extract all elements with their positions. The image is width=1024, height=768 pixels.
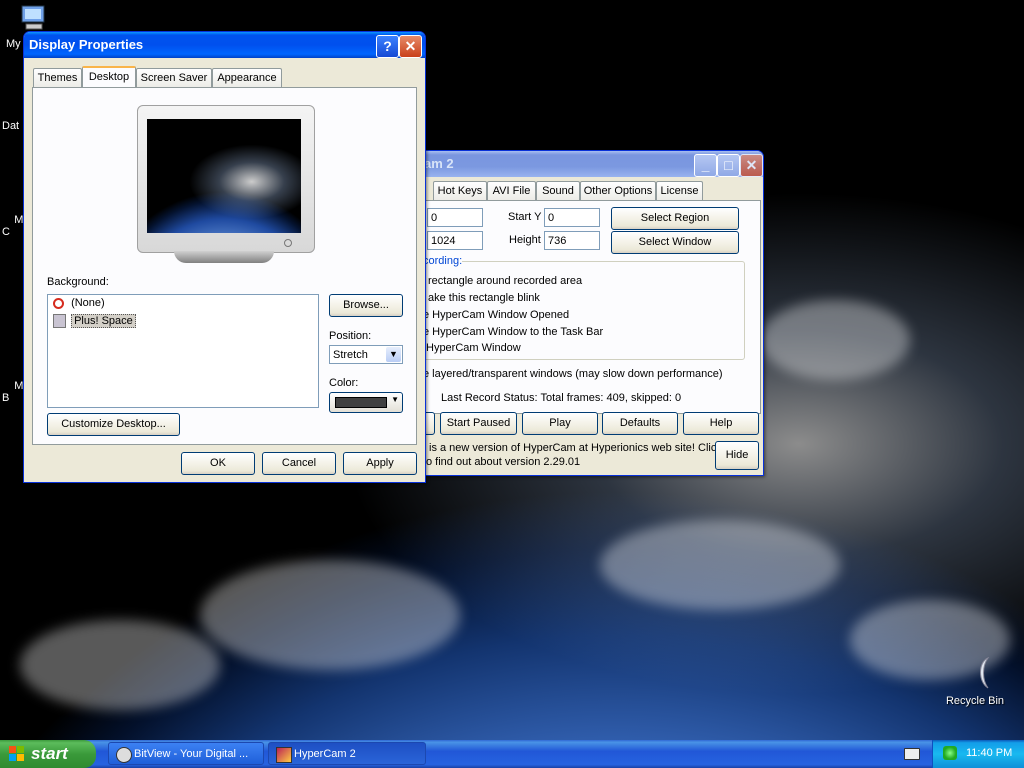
tab-screen-saver[interactable]: Screen Saver — [136, 68, 212, 88]
select-region-button[interactable]: Select Region — [611, 207, 739, 230]
system-tray: 11:40 PM — [932, 740, 1024, 768]
start-button[interactable]: start — [0, 740, 96, 768]
none-icon — [53, 297, 64, 309]
desktop-icon-dat[interactable]: Dat — [2, 120, 19, 132]
list-item-label: (None) — [71, 297, 105, 309]
chevron-down-icon: ▼ — [391, 395, 399, 404]
monitor-preview — [137, 105, 315, 253]
tab-other-options[interactable]: Other Options — [580, 181, 656, 201]
ok-button[interactable]: OK — [181, 452, 255, 475]
recording-group-label: cording: — [423, 255, 463, 267]
help-button[interactable]: Help — [683, 412, 759, 435]
cancel-button[interactable]: Cancel — [262, 452, 336, 475]
taskbar-item-label: HyperCam 2 — [294, 748, 356, 760]
start-y-label: Start Y — [508, 211, 542, 223]
wallpaper-cloud — [600, 520, 840, 610]
chevron-down-icon: ▼ — [386, 347, 401, 362]
background-list[interactable]: (None) Plus! Space — [47, 294, 319, 408]
background-label: Background: — [47, 276, 109, 288]
desktop-icon-label: Dat — [2, 120, 20, 132]
position-label: Position: — [329, 330, 372, 342]
taskbar-item-bitview[interactable]: BitView - Your Digital ... — [108, 742, 264, 765]
window-title: Display Properties — [29, 37, 144, 52]
option-rectangle[interactable]: rectangle around recorded area — [428, 275, 582, 287]
image-file-icon — [53, 314, 66, 328]
taskbar-item-label: BitView - Your Digital ... — [134, 748, 249, 760]
hypercam-tab-strip: Hot Keys AVI File Sound Other Options Li… — [433, 181, 763, 201]
windows-logo-icon — [9, 746, 25, 762]
display-properties-titlebar[interactable]: Display Properties ? ✕ — [24, 32, 425, 58]
color-swatch — [335, 397, 387, 408]
hypercam-titlebar[interactable]: am 2 _ □ ✕ — [381, 151, 763, 177]
option-task-bar[interactable]: e HyperCam Window to the Task Bar — [423, 326, 603, 338]
window-title: am 2 — [424, 156, 454, 171]
desktop-icon-recycle-bin[interactable]: Recycle Bin — [940, 656, 1010, 707]
desktop-icon-label: My — [6, 38, 21, 50]
start-label: start — [31, 744, 68, 763]
apply-button[interactable]: Apply — [343, 452, 417, 475]
play-button[interactable]: Play — [522, 412, 598, 435]
tab-license[interactable]: License — [656, 181, 703, 201]
tab-sound[interactable]: Sound — [536, 181, 580, 201]
maximize-button[interactable]: □ — [717, 154, 740, 177]
list-item-label-selected: Plus! Space — [71, 313, 136, 328]
option-window-opened[interactable]: e HyperCam Window Opened — [423, 309, 569, 321]
tab-themes[interactable]: Themes — [33, 68, 82, 88]
update-notice-line2[interactable]: o find out about version 2.29.01 — [426, 456, 580, 468]
my-computer-icon — [21, 5, 45, 30]
hide-button[interactable]: Hide — [715, 441, 759, 470]
display-tab-strip: Themes Desktop Screen Saver Appearance — [33, 66, 413, 90]
start-paused-button[interactable]: Start Paused — [440, 412, 517, 435]
customize-desktop-button[interactable]: Customize Desktop... — [47, 413, 180, 436]
color-label: Color: — [329, 377, 359, 389]
desktop-icon-label: Recycle Bin — [945, 695, 1005, 707]
minimize-button[interactable]: _ — [694, 154, 717, 177]
height-label: Height — [509, 234, 541, 246]
option-layered-windows[interactable]: e layered/transparent windows (may slow … — [423, 368, 723, 380]
start-y-field[interactable]: 0 — [544, 208, 600, 227]
option-hypercam-window[interactable]: HyperCam Window — [426, 342, 521, 354]
close-button[interactable]: ✕ — [740, 154, 763, 177]
taskbar: start BitView - Your Digital ... HyperCa… — [0, 740, 1024, 768]
height-field[interactable]: 736 — [544, 231, 600, 250]
list-item[interactable]: (None) — [53, 297, 105, 313]
defaults-button[interactable]: Defaults — [602, 412, 678, 435]
wallpaper-cloud — [760, 300, 910, 380]
network-icon[interactable] — [943, 746, 957, 760]
keyboard-icon[interactable] — [904, 748, 920, 760]
help-question-button[interactable]: ? — [376, 35, 399, 58]
monitor-stand — [174, 251, 274, 263]
tab-hot-keys[interactable]: Hot Keys — [433, 181, 487, 201]
monitor-power-light — [284, 239, 292, 247]
tab-appearance[interactable]: Appearance — [212, 68, 282, 88]
position-value: Stretch — [333, 349, 368, 361]
display-properties-window: Display Properties ? ✕ Themes Desktop Sc… — [23, 31, 426, 483]
position-select[interactable]: Stretch ▼ — [329, 345, 403, 364]
start-x-field[interactable]: 0 — [427, 208, 483, 227]
option-blink[interactable]: ake this rectangle blink — [428, 292, 540, 304]
select-window-button[interactable]: Select Window — [611, 231, 739, 254]
color-picker-button[interactable]: ▼ — [329, 392, 403, 413]
clock[interactable]: 11:40 PM — [966, 747, 1012, 759]
wallpaper-cloud — [200, 560, 460, 670]
list-item[interactable]: Plus! Space — [53, 313, 136, 330]
hypercam-window: am 2 _ □ ✕ Hot Keys AVI File Sound Other… — [380, 150, 764, 476]
wallpaper-cloud — [20, 620, 220, 710]
record-status: Last Record Status: Total frames: 409, s… — [441, 392, 682, 404]
tab-avi-file[interactable]: AVI File — [487, 181, 536, 201]
wallpaper-preview — [147, 119, 301, 233]
bitview-icon — [116, 747, 132, 763]
close-button[interactable]: ✕ — [399, 35, 422, 58]
width-field[interactable]: 1024 — [427, 231, 483, 250]
recycle-bin-icon — [980, 656, 990, 689]
taskbar-item-hypercam[interactable]: HyperCam 2 — [268, 742, 426, 765]
hypercam-icon — [276, 747, 292, 763]
update-notice-line1[interactable]: is a new version of HyperCam at Hyperion… — [429, 442, 722, 454]
browse-button[interactable]: Browse... — [329, 294, 403, 317]
